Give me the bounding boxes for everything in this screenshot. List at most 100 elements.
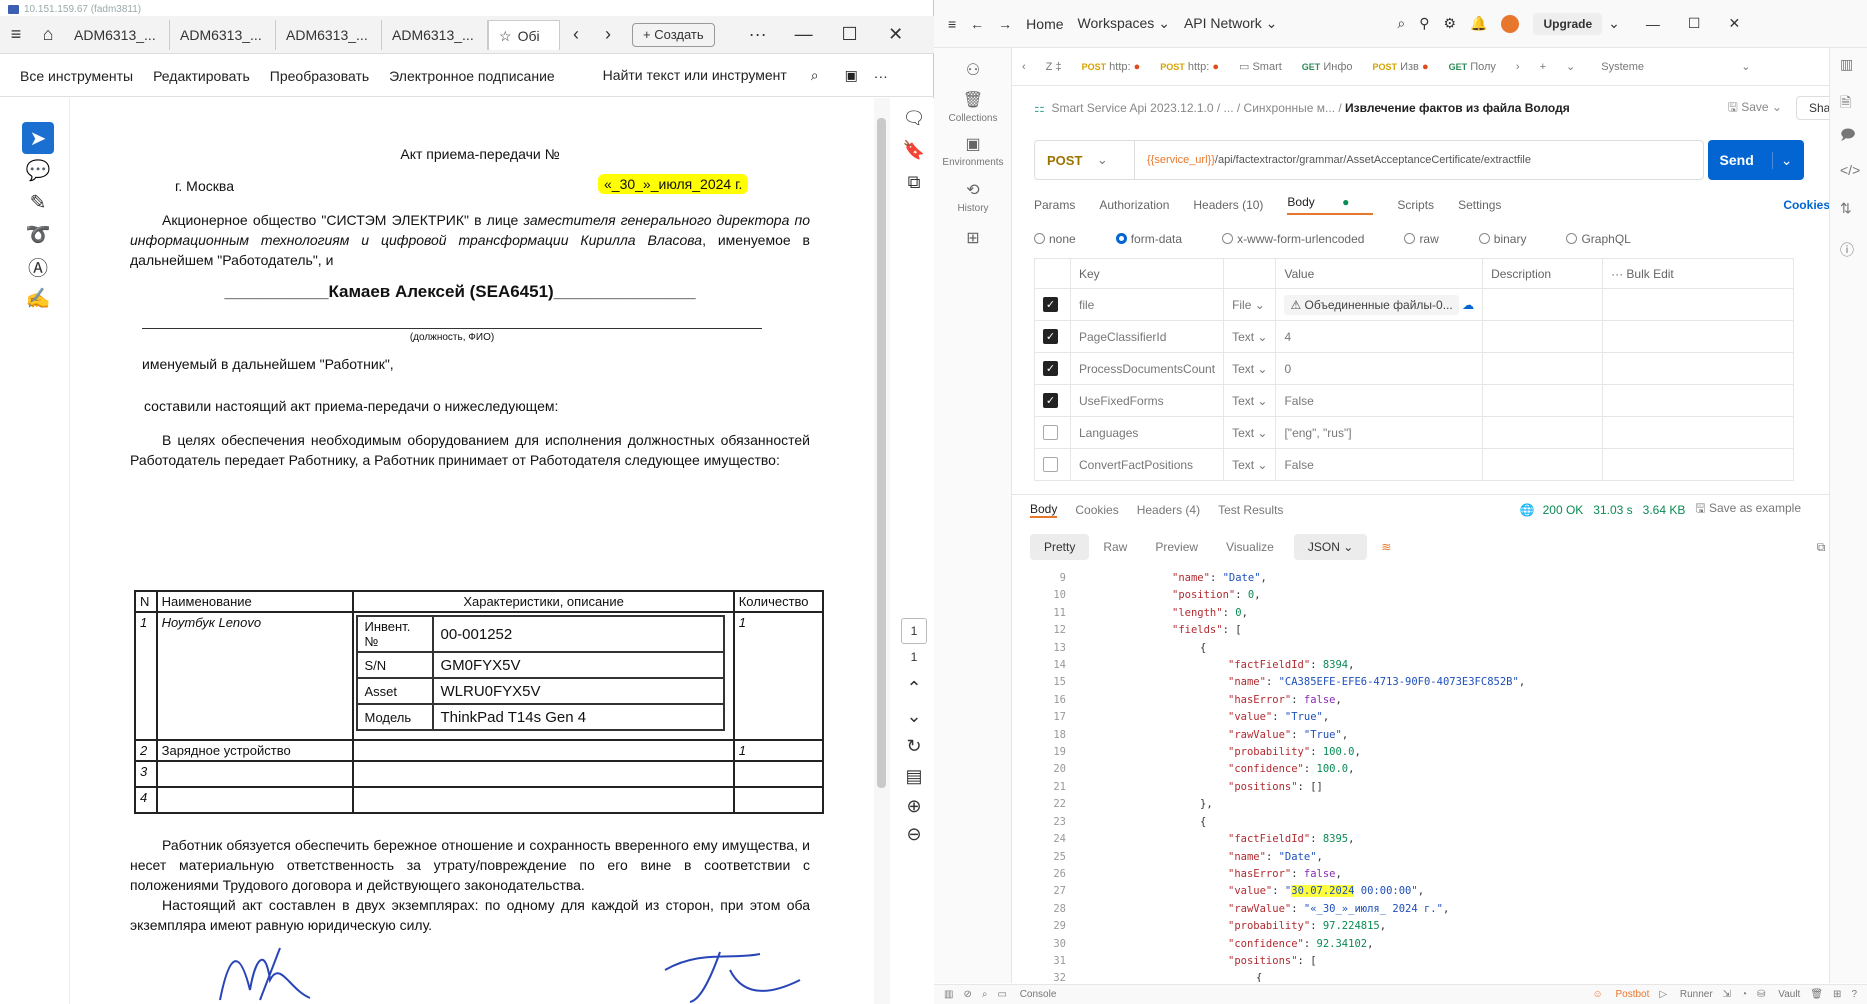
tab-doc-2[interactable]: ADM6313_... [170, 19, 276, 50]
breadcrumb-root[interactable]: Smart Service Api 2023.12.1.0 [1051, 101, 1213, 115]
row-checkbox[interactable]: ✓ [1043, 297, 1058, 313]
method-select[interactable]: POST ⌄ [1035, 141, 1135, 179]
save-doc-icon[interactable]: ▣ [845, 67, 858, 84]
row-key[interactable]: ProcessDocumentsCount [1069, 352, 1225, 385]
notifications-icon[interactable]: 🔔 [1470, 15, 1487, 32]
sidebar-item-environments[interactable]: ▣ Environments [934, 134, 1012, 168]
select-tool-icon[interactable]: ➤ [22, 122, 54, 154]
tabs-dropdown-icon[interactable]: ⌄ [1556, 60, 1585, 73]
upgrade-dropdown-icon[interactable]: ⌄ [1608, 15, 1620, 32]
comments-icon[interactable]: 🗩 [1840, 124, 1856, 148]
layout-icon[interactable]: ▥ [1840, 56, 1853, 73]
close-icon[interactable]: ✕ [873, 24, 919, 45]
zoom-in-icon[interactable]: ⊕ [901, 796, 927, 817]
row-type-select[interactable]: Text ⌄ [1223, 448, 1277, 481]
row-value[interactable]: False [1275, 448, 1484, 481]
apps-icon[interactable]: ⊞ [934, 228, 1012, 251]
forward-icon[interactable]: → [998, 16, 1012, 32]
send-dropdown-icon[interactable]: ⌄ [1771, 151, 1792, 169]
docs-icon[interactable]: 🗎 [1840, 92, 1851, 116]
response-json[interactable]: 9 "name": "Date", 10 "position": 0, 11 "lengt… [1030, 570, 1850, 982]
tab-params[interactable]: Params [1034, 198, 1075, 212]
menu-icon[interactable]: ≡ [948, 16, 956, 32]
row-value[interactable]: 0 [1275, 352, 1484, 385]
nav-home[interactable]: Home [1026, 16, 1063, 32]
vault-button[interactable]: ⛁ Vault [1757, 989, 1800, 1000]
pages-icon[interactable]: ⧉ [901, 172, 927, 193]
more-icon[interactable]: ··· [735, 24, 781, 45]
radio-raw[interactable]: raw [1404, 232, 1458, 246]
lasso-tool-icon[interactable]: ➰ [22, 218, 54, 250]
chevron-down-icon[interactable]: ⌄ [901, 706, 927, 727]
view-visualize[interactable]: Visualize [1212, 534, 1288, 560]
sidebar-item-history[interactable]: ⟲ History [934, 180, 1012, 214]
environment-select[interactable]: Systeme [1591, 61, 1731, 73]
tab-headers[interactable]: Headers (10) [1193, 198, 1263, 212]
postbot-button[interactable]: ☺ Postbot [1592, 989, 1649, 1000]
create-button[interactable]: + Создать [632, 22, 715, 47]
new-tab-icon[interactable]: + [1530, 61, 1556, 73]
row-checkbox[interactable] [1043, 457, 1058, 473]
menu-e-sign[interactable]: Электронное подписание [389, 68, 555, 84]
menu-convert[interactable]: Преобразовать [270, 68, 369, 84]
star-icon[interactable]: ☆ [499, 21, 512, 50]
row-type-select[interactable]: File ⌄ [1223, 288, 1277, 321]
breadcrumb-current[interactable]: Извлечение фактов из файла Володя [1345, 101, 1570, 115]
sidebar-toggle-icon[interactable]: ▥ [944, 989, 953, 1000]
status-code[interactable]: 200 OK [1543, 503, 1584, 517]
tab-scripts[interactable]: Scripts [1397, 198, 1434, 212]
format-select[interactable]: JSON ⌄ [1293, 534, 1368, 560]
radio-urlencoded[interactable]: x-www-form-urlencoded [1222, 232, 1384, 246]
url-input[interactable]: {{service_url}}/api/factextractor/gramma… [1135, 154, 1531, 166]
runner-button[interactable]: ▷ Runner [1659, 989, 1712, 1000]
row-checkbox[interactable] [1043, 425, 1058, 441]
cookies-link[interactable]: Cookies [1783, 198, 1830, 212]
upload-icon[interactable]: ☁ [1462, 298, 1474, 312]
radio-graphql[interactable]: GraphQL [1566, 232, 1650, 246]
layout-toggle-icon[interactable]: ⊞ [1833, 989, 1841, 1000]
row-type-select[interactable]: Text ⌄ [1223, 416, 1277, 449]
tab-authorization[interactable]: Authorization [1099, 198, 1169, 212]
row-value[interactable]: ["eng", "rus"] [1275, 416, 1484, 449]
view-preview[interactable]: Preview [1141, 534, 1212, 560]
request-tab[interactable]: GET Полу [1439, 61, 1506, 73]
tab-doc-active[interactable]: ☆ Обі [488, 19, 560, 50]
comment-tool-icon[interactable]: 💬 [22, 154, 54, 186]
proxy-icon[interactable]: ⇲ [1723, 989, 1731, 1000]
text-tool-icon[interactable]: Ⓐ [22, 250, 54, 282]
row-value[interactable]: ⚠ Объединенные файлы-0... ☁ [1275, 288, 1484, 321]
tab-doc-1[interactable]: ADM6313_... [64, 19, 170, 50]
res-tab-body[interactable]: Body [1030, 502, 1058, 518]
response-time[interactable]: 31.03 s [1593, 503, 1632, 517]
invite-icon[interactable]: ⚲ [1419, 15, 1429, 32]
tab-scroll-right-icon[interactable]: › [592, 24, 624, 45]
tabs-right-icon[interactable]: › [1506, 61, 1530, 73]
row-key[interactable]: file [1069, 288, 1225, 321]
row-key[interactable]: PageClassifierId [1069, 320, 1225, 353]
pen-tool-icon[interactable]: ✎ [22, 186, 54, 218]
more-tools-icon[interactable]: ··· [874, 68, 888, 84]
close-icon[interactable]: ✕ [1728, 15, 1740, 32]
row-checkbox[interactable]: ✓ [1043, 393, 1058, 409]
hamburger-menu-icon[interactable]: ≡ [0, 24, 32, 45]
row-checkbox[interactable]: ✓ [1043, 361, 1058, 377]
console-button[interactable]: ▭ Console [997, 989, 1056, 1000]
menu-search[interactable]: Найти текст или инструмент ⌕ [583, 67, 819, 84]
scroll-thumb[interactable] [877, 118, 886, 788]
trash-icon[interactable]: 🗑 [1810, 989, 1823, 1000]
find-icon[interactable]: ⌕ [982, 989, 988, 1000]
row-key[interactable]: ConvertFactPositions [1069, 448, 1225, 481]
row-key[interactable]: UseFixedForms [1069, 384, 1225, 417]
avatar[interactable] [1501, 14, 1520, 33]
res-tab-tests[interactable]: Test Results [1218, 503, 1283, 517]
bookmark-icon[interactable]: 🔖 [901, 140, 927, 161]
tab-scroll-left-icon[interactable]: ‹ [560, 24, 592, 45]
view-raw[interactable]: Raw [1089, 534, 1141, 560]
upgrade-button[interactable]: Upgrade [1533, 12, 1603, 35]
rotate-icon[interactable]: ↻ [901, 736, 927, 757]
code-icon[interactable]: </> [1840, 162, 1860, 178]
home-icon[interactable]: ⌂ [32, 24, 64, 45]
row-checkbox[interactable]: ✓ [1043, 329, 1058, 345]
wrap-icon[interactable]: ≋ [1381, 540, 1391, 554]
back-icon[interactable]: ← [970, 16, 984, 32]
